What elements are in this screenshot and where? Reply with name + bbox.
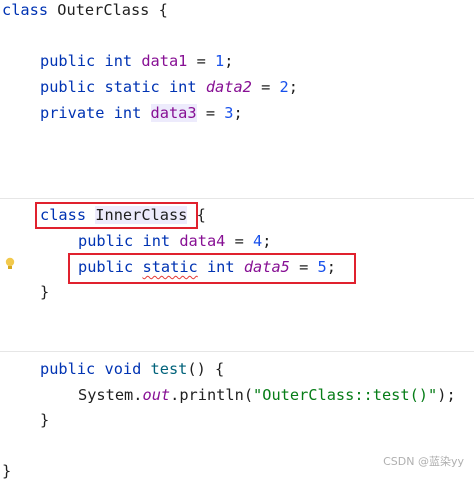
keyword-public: public bbox=[78, 232, 134, 250]
value-1: 1 bbox=[215, 52, 225, 70]
close-brace: } bbox=[40, 283, 50, 301]
keyword-public: public bbox=[40, 52, 96, 70]
keyword-static: static bbox=[104, 78, 160, 96]
field-out[interactable]: out bbox=[142, 386, 170, 404]
code-line-inner-close: } bbox=[40, 282, 49, 302]
code-line-println: System.out.println("OuterClass::test()")… bbox=[78, 386, 456, 404]
field-data3[interactable]: data3 bbox=[150, 104, 197, 122]
keyword-public: public bbox=[40, 360, 96, 378]
code-line-data4: public int data4 = 4; bbox=[78, 232, 272, 250]
code-line-data1: public int data1 = 1; bbox=[40, 52, 234, 70]
code-line-data2: public static int data2 = 2; bbox=[40, 78, 298, 96]
keyword-int: int bbox=[113, 104, 142, 122]
keyword-int: int bbox=[142, 232, 171, 250]
field-data2[interactable]: data2 bbox=[206, 78, 252, 96]
method-name-test[interactable]: test bbox=[151, 360, 188, 378]
method-separator bbox=[0, 351, 474, 352]
field-data4[interactable]: data4 bbox=[179, 232, 225, 250]
keyword-private: private bbox=[40, 104, 105, 122]
watermark: CSDN @蓝染yy bbox=[383, 455, 464, 468]
inner-class-highlight-box bbox=[35, 202, 198, 229]
close-brace: } bbox=[2, 462, 12, 480]
value-4: 4 bbox=[253, 232, 263, 250]
keyword-int: int bbox=[168, 78, 197, 96]
lightbulb-icon[interactable] bbox=[5, 257, 15, 271]
string-literal: "OuterClass::test()" bbox=[253, 386, 438, 404]
keyword-class: class bbox=[2, 1, 49, 19]
outer-class-name[interactable]: OuterClass bbox=[57, 1, 149, 19]
value-3: 3 bbox=[224, 104, 234, 122]
code-line-outer-close: } bbox=[2, 461, 11, 481]
keyword-void: void bbox=[104, 360, 142, 378]
value-2: 2 bbox=[279, 78, 289, 96]
keyword-int: int bbox=[104, 52, 133, 70]
code-line-method-close: } bbox=[40, 410, 49, 430]
code-line-data3: private int data3 = 3; bbox=[40, 104, 243, 122]
field-data1[interactable]: data1 bbox=[141, 52, 187, 70]
method-separator bbox=[0, 198, 474, 199]
close-brace: } bbox=[40, 411, 50, 429]
code-line-method-decl: public void test() { bbox=[40, 360, 225, 378]
static-field-highlight-box bbox=[68, 253, 356, 284]
system-class[interactable]: System bbox=[78, 386, 133, 404]
open-brace: { bbox=[149, 1, 168, 19]
keyword-public: public bbox=[40, 78, 96, 96]
method-println[interactable]: println bbox=[179, 386, 243, 404]
code-line-outer-class-decl: class OuterClass { bbox=[2, 0, 168, 20]
